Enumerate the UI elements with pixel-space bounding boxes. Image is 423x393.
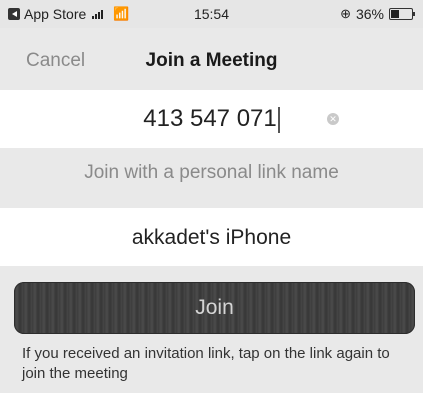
meeting-id-input[interactable]: 413 547 071 xyxy=(0,105,423,133)
personal-link-button[interactable]: Join with a personal link name xyxy=(0,162,423,184)
status-bar-right: ⊕ 36% xyxy=(340,6,415,22)
status-bar: App Store 📶 15:54 ⊕ 36% xyxy=(0,0,423,28)
battery-percent: 36% xyxy=(355,6,384,22)
text-cursor xyxy=(277,106,280,133)
invitation-hint-text: If you received an invitation link, tap … xyxy=(22,345,390,382)
join-button-label: Join xyxy=(195,296,234,319)
page-title: Join a Meeting xyxy=(145,50,278,71)
meeting-id-value: 413 547 071 xyxy=(143,105,277,132)
screen-name-field[interactable]: akkadet's iPhone xyxy=(0,208,423,266)
clear-text-icon[interactable]: ✕ xyxy=(327,113,339,125)
meeting-id-field[interactable]: 413 547 071 ✕ xyxy=(0,90,423,148)
navigation-bar: Cancel Join a Meeting xyxy=(0,28,423,88)
location-icon: ⊕ xyxy=(340,6,351,21)
screen-name-input[interactable]: akkadet's iPhone xyxy=(0,226,423,250)
battery-icon xyxy=(389,8,415,20)
join-button[interactable]: Join xyxy=(14,282,415,334)
